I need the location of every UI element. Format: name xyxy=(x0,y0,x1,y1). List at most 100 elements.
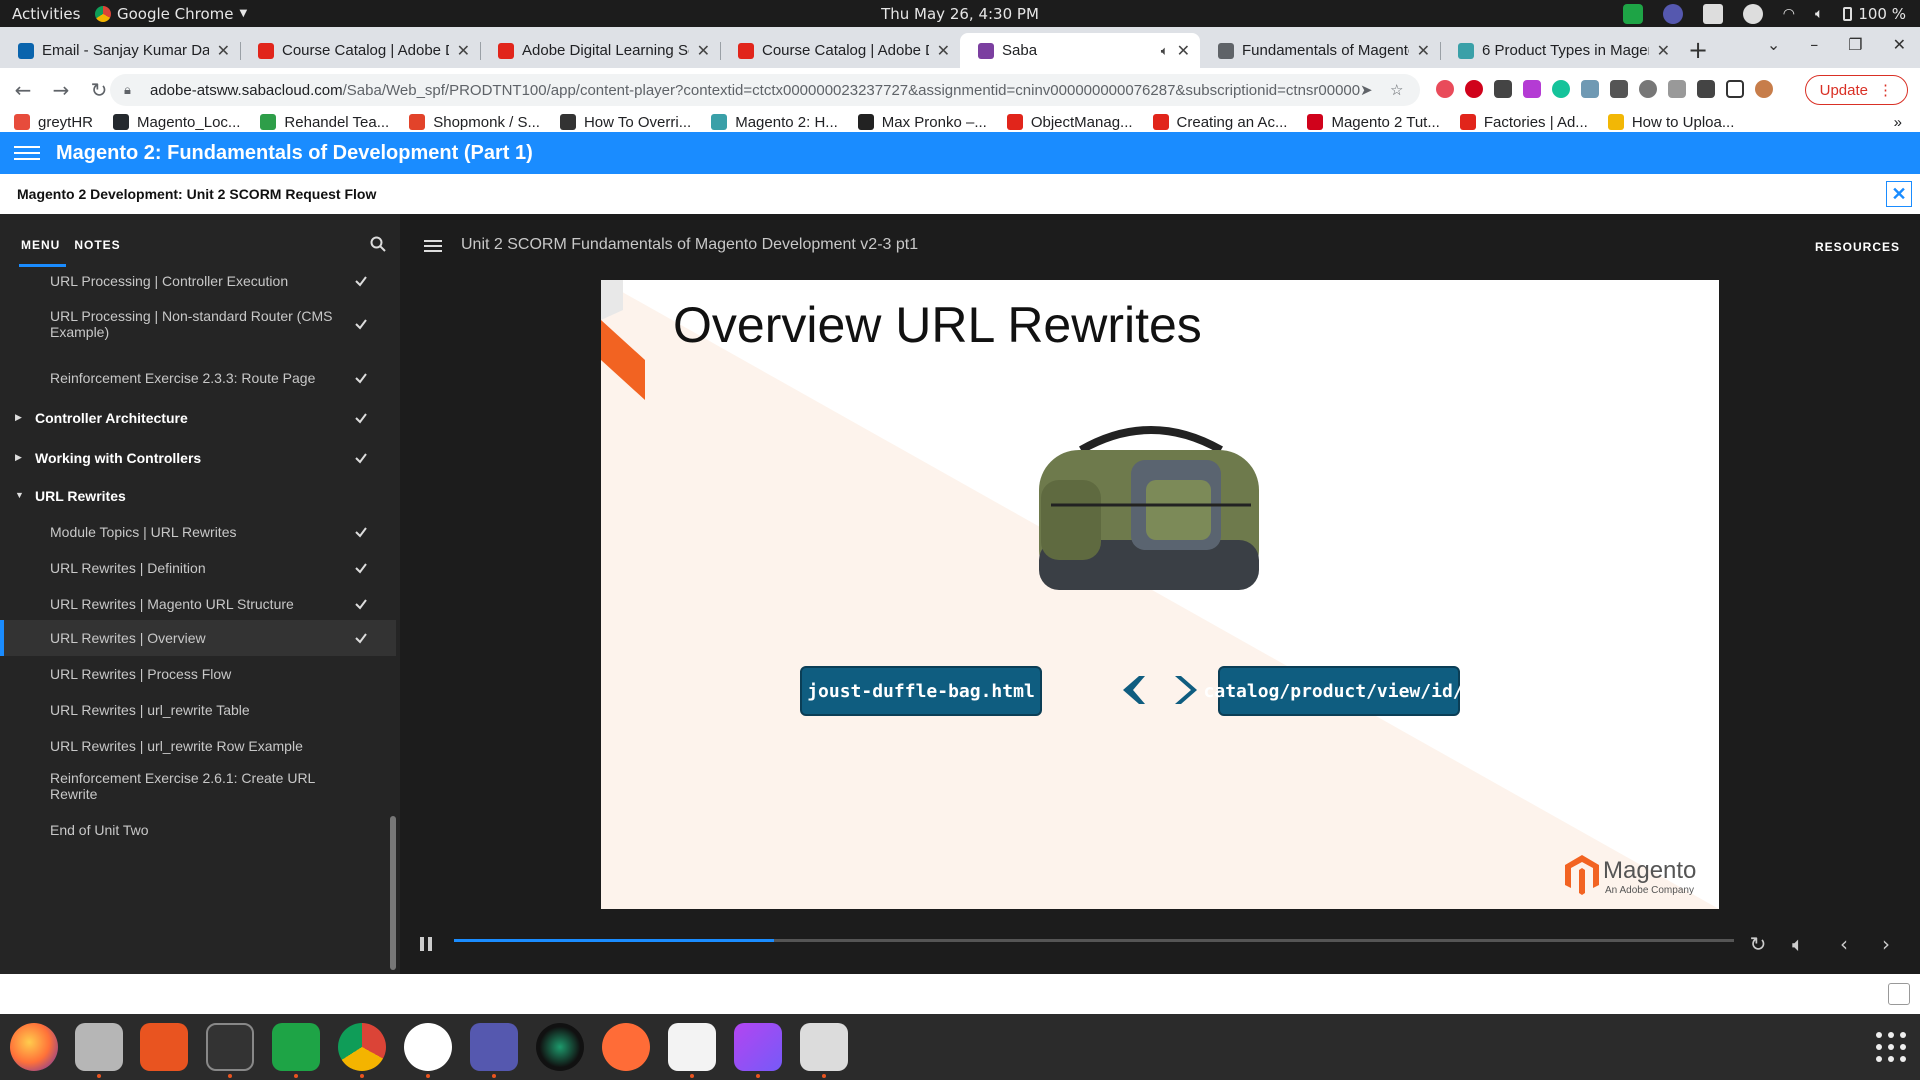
webcam-icon[interactable] xyxy=(536,1023,584,1071)
bookmark-item[interactable]: Rehandel Tea... xyxy=(260,114,389,131)
software-store-icon[interactable] xyxy=(140,1023,188,1071)
firefox-icon[interactable] xyxy=(10,1023,58,1071)
google-chat-icon[interactable] xyxy=(272,1023,320,1071)
sidebar-lesson-item[interactable]: URL Rewrites | Process Flow xyxy=(0,656,396,692)
resources-button[interactable]: RESOURCES xyxy=(1815,240,1900,254)
browser-tab[interactable]: Email - Sanjay Kumar Das ✕ xyxy=(0,33,240,68)
sidebar-section[interactable]: ▶ Controller Architecture xyxy=(0,400,396,436)
progress-bar[interactable] xyxy=(454,939,1734,942)
bookmark-item[interactable]: How To Overri... xyxy=(559,114,691,131)
grammarly-icon[interactable] xyxy=(1552,80,1570,98)
sidebar-lesson-item[interactable]: URL Rewrites | Overview xyxy=(0,620,396,656)
player-menu-icon[interactable] xyxy=(424,240,442,252)
show-apps-icon[interactable] xyxy=(1876,1032,1906,1062)
browser-tab[interactable]: Adobe Digital Learning Se ✕ xyxy=(480,33,720,68)
app-menu[interactable]: Google Chrome ▼ xyxy=(95,5,247,23)
update-button[interactable]: Update ⋮ xyxy=(1804,75,1908,105)
address-bar[interactable]: 🔒︎ adobe-atsww.sabacloud.com/Saba/Web_sp… xyxy=(110,74,1420,106)
back-icon[interactable]: ← xyxy=(8,78,38,102)
sidebar-lesson-item[interactable]: URL Rewrites | Magento URL Structure xyxy=(0,586,396,622)
close-tab-icon[interactable]: ✕ xyxy=(1177,41,1190,61)
vpn-globe-icon[interactable] xyxy=(1742,3,1763,24)
bookmark-item[interactable]: Magento 2: H... xyxy=(711,114,838,131)
extension-icon[interactable] xyxy=(1523,80,1541,98)
avatar[interactable] xyxy=(1755,80,1773,98)
clock[interactable]: Thu May 26, 4:30 PM xyxy=(881,5,1039,23)
puzzle-icon[interactable] xyxy=(1697,80,1715,98)
replay-icon[interactable]: ↻ xyxy=(1746,932,1770,956)
fullscreen-icon[interactable] xyxy=(1888,983,1910,1005)
browser-tab[interactable]: Saba 🔈︎ ✕ xyxy=(960,33,1200,68)
more-bookmarks-icon[interactable]: » xyxy=(1894,114,1902,131)
tab-menu[interactable]: MENU xyxy=(18,238,67,267)
teams-icon[interactable] xyxy=(470,1023,518,1071)
hamburger-menu-icon[interactable] xyxy=(14,146,40,160)
phpstorm-icon[interactable] xyxy=(734,1023,782,1071)
new-tab-button[interactable]: + xyxy=(1688,33,1708,68)
volume-icon[interactable]: 🔈︎ xyxy=(1786,932,1810,956)
adblock-icon[interactable] xyxy=(1465,80,1483,98)
bookmark-item[interactable]: Shopmonk / S... xyxy=(409,114,540,131)
sidebar-section[interactable]: ▶ Working with Controllers xyxy=(0,440,396,476)
sidebar-lesson-item[interactable]: Reinforcement Exercise 2.3.3: Route Page xyxy=(0,360,396,396)
close-player-button[interactable]: ✕ xyxy=(1886,181,1912,207)
extension-icon[interactable] xyxy=(1610,80,1628,98)
browser-tab[interactable]: Course Catalog | Adobe D ✕ xyxy=(720,33,960,68)
bookmark-item[interactable]: Magento_Loc... xyxy=(113,114,240,131)
extension-icon[interactable] xyxy=(1436,80,1454,98)
sidebar-scrollbar[interactable] xyxy=(390,816,396,970)
bookmark-item[interactable]: ObjectManag... xyxy=(1006,114,1133,131)
terminal-icon[interactable] xyxy=(206,1023,254,1071)
previous-slide-icon[interactable]: ‹ xyxy=(1832,932,1856,956)
bookmark-star-icon[interactable]: ☆ xyxy=(1390,81,1420,99)
pause-icon[interactable] xyxy=(420,937,432,951)
sidebar-lesson-item[interactable]: URL Processing | Non-standard Router (CM… xyxy=(0,300,396,348)
extension-icon[interactable] xyxy=(1494,80,1512,98)
bookmark-item[interactable]: Magento 2 Tut... xyxy=(1307,114,1440,131)
document-viewer-icon[interactable] xyxy=(800,1023,848,1071)
close-tab-icon[interactable]: ✕ xyxy=(457,41,470,61)
system-tray[interactable]: ◠ 🔈︎ 100 % xyxy=(1622,3,1906,24)
tab-notes[interactable]: NOTES xyxy=(74,238,120,252)
bookmark-item[interactable]: Creating an Ac... xyxy=(1152,114,1287,131)
close-tab-icon[interactable]: ✕ xyxy=(937,41,950,61)
bookmark-item[interactable]: greytHR xyxy=(14,114,93,131)
tab-audio-icon[interactable]: 🔈︎ xyxy=(1161,43,1169,59)
close-tab-icon[interactable]: ✕ xyxy=(697,41,710,61)
sidebar-lesson-item[interactable]: Reinforcement Exercise 2.6.1: Create URL… xyxy=(0,762,396,810)
restore-icon[interactable]: ❐ xyxy=(1848,35,1862,54)
bookmark-item[interactable]: How to Uploa... xyxy=(1607,114,1734,131)
bookmark-item[interactable]: Factories | Ad... xyxy=(1459,114,1588,131)
files-icon[interactable] xyxy=(75,1023,123,1071)
sidebar-lesson-item[interactable]: URL Rewrites | url_rewrite Row Example xyxy=(0,728,396,764)
teams-icon[interactable] xyxy=(1662,3,1683,24)
postman-icon[interactable] xyxy=(602,1023,650,1071)
sidebar-lesson-item[interactable]: URL Processing | Controller Execution xyxy=(0,276,396,292)
minimize-icon[interactable]: – xyxy=(1810,35,1818,54)
send-icon[interactable]: ➤ xyxy=(1360,81,1390,99)
chrome-icon[interactable] xyxy=(338,1023,386,1071)
close-tab-icon[interactable]: ✕ xyxy=(217,41,230,61)
lock-icon[interactable]: 🔒︎ xyxy=(124,82,140,98)
text-editor-icon[interactable] xyxy=(668,1023,716,1071)
close-icon[interactable]: ✕ xyxy=(1893,35,1906,54)
sidebar-lesson-item[interactable]: URL Rewrites | Definition xyxy=(0,550,396,586)
extension-icon[interactable] xyxy=(1581,80,1599,98)
slack-icon[interactable] xyxy=(404,1023,452,1071)
next-slide-icon[interactable]: › xyxy=(1874,932,1898,956)
search-icon[interactable] xyxy=(370,236,386,252)
slack-icon[interactable] xyxy=(1702,3,1723,24)
browser-tab[interactable]: 6 Product Types in Magen ✕ xyxy=(1440,33,1680,68)
tab-search-icon[interactable]: ⌄ xyxy=(1767,35,1780,54)
sidebar-lesson-item[interactable]: Module Topics | URL Rewrites xyxy=(0,514,396,550)
chat-icon[interactable] xyxy=(1622,3,1643,24)
sidebar-lesson-item[interactable]: URL Rewrites | url_rewrite Table xyxy=(0,692,396,728)
sidebar-lesson-item[interactable]: End of Unit Two xyxy=(0,812,396,848)
sidepanel-icon[interactable] xyxy=(1726,80,1744,98)
bookmark-item[interactable]: Max Pronko –... xyxy=(857,114,987,131)
close-tab-icon[interactable]: ✕ xyxy=(1417,41,1430,61)
extension-icon[interactable] xyxy=(1668,80,1686,98)
extension-icon[interactable] xyxy=(1639,80,1657,98)
close-tab-icon[interactable]: ✕ xyxy=(1657,41,1670,61)
forward-icon[interactable]: → xyxy=(46,78,76,102)
